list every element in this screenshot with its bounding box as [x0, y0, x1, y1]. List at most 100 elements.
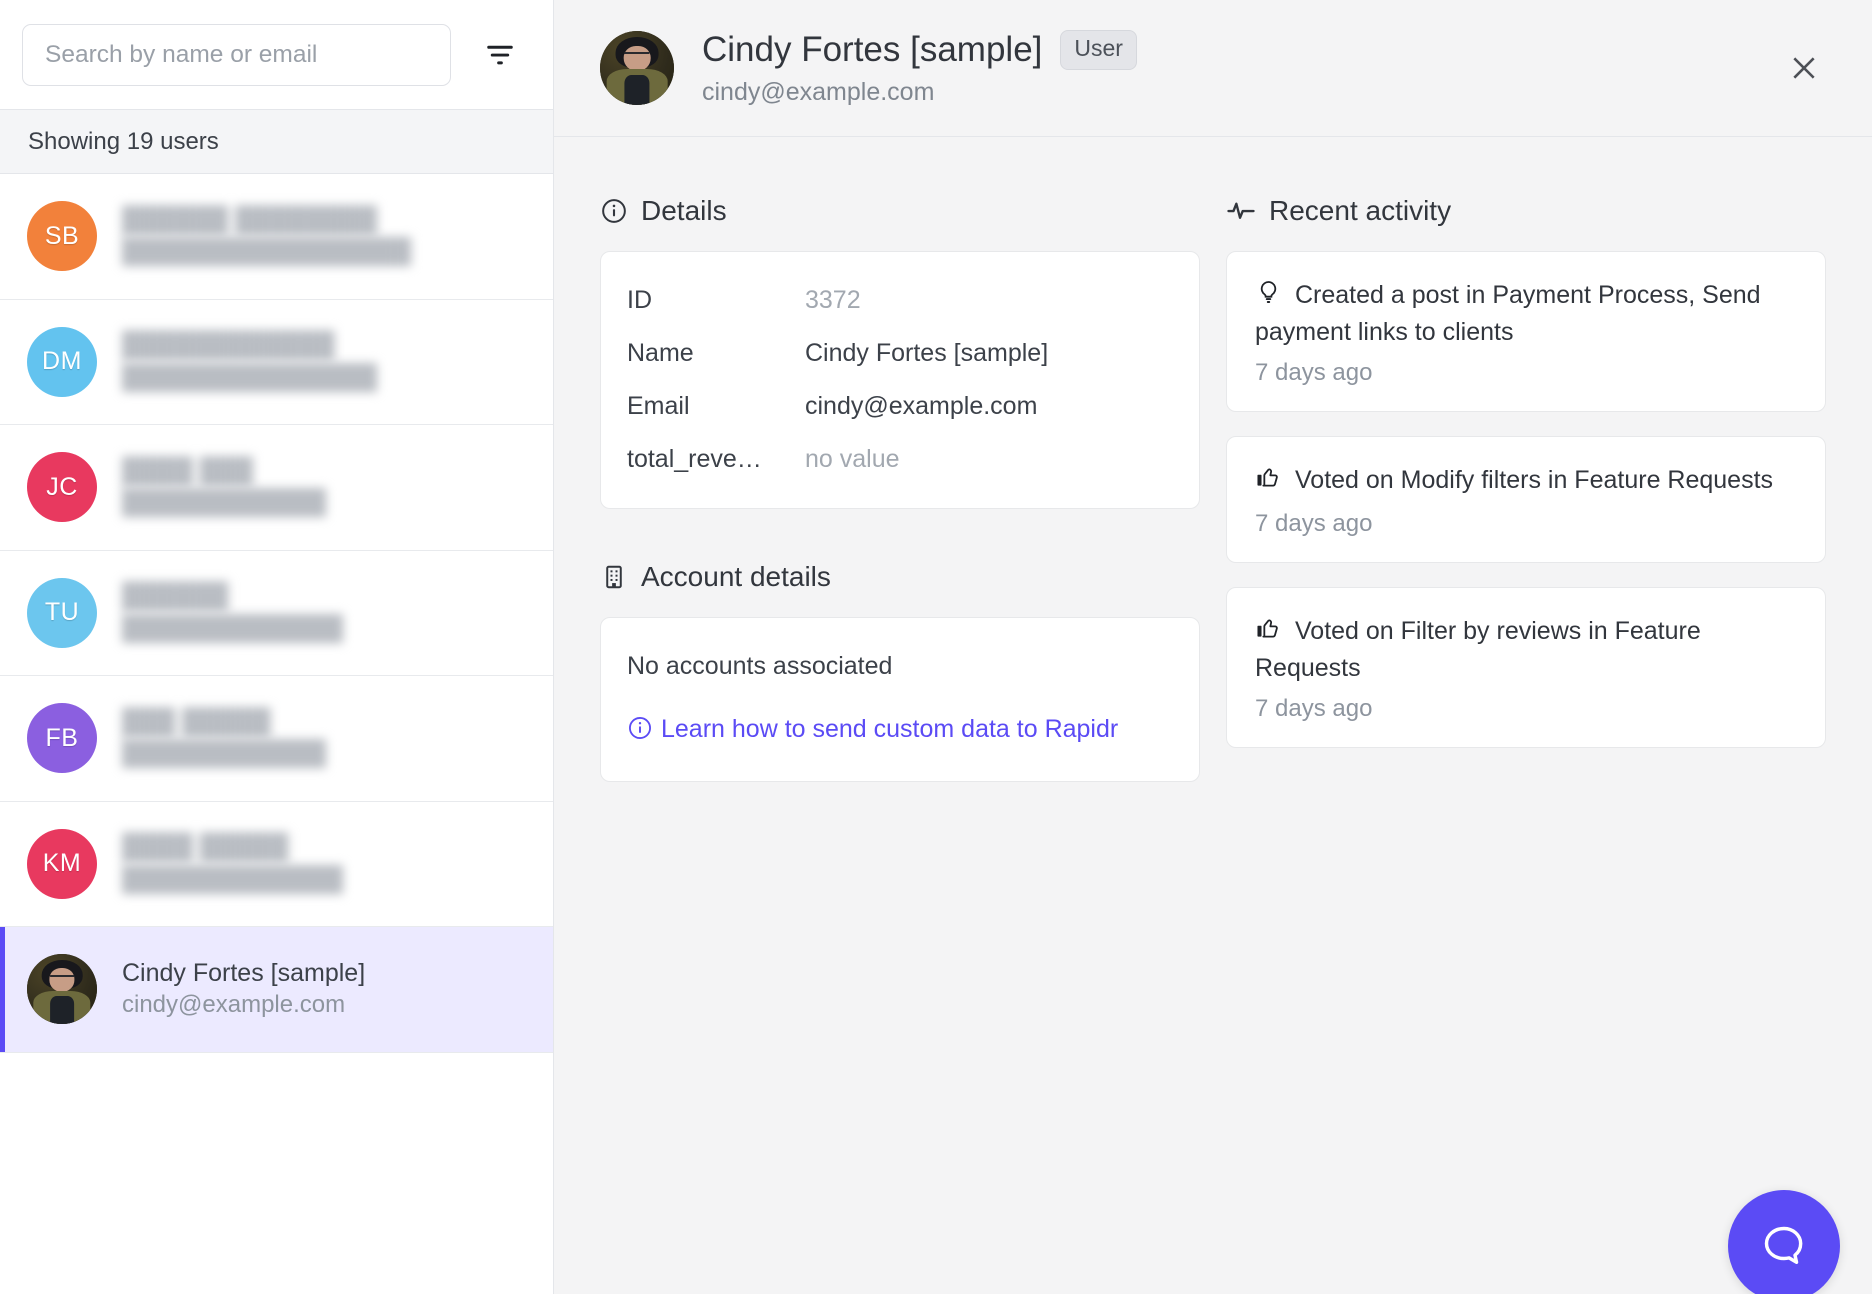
activity-text: Created a post in Payment Process, Send … [1255, 281, 1761, 346]
details-section-title: Details [641, 195, 727, 227]
list-item-email: ████████████ [122, 487, 531, 519]
detail-field-row: Emailcindy@example.com [627, 392, 1173, 421]
building-icon [600, 563, 628, 591]
list-item-text: ███ █████████████████ [122, 706, 553, 771]
account-empty-text: No accounts associated [627, 652, 1173, 681]
detail-body: Details ID3372NameCindy Fortes [sample]E… [554, 137, 1872, 1294]
activity-text-line: Created a post in Payment Process, Send … [1255, 278, 1797, 349]
activity-timestamp: 7 days ago [1255, 510, 1797, 538]
detail-field-value: 3372 [805, 286, 861, 315]
list-item-email: ███████████████ [122, 362, 531, 394]
showing-count-label: Showing 19 users [28, 128, 219, 156]
activity-column: Recent activity Created a post in Paymen… [1226, 195, 1826, 1294]
status-badge: User [1060, 30, 1137, 70]
avatar: SB [27, 201, 97, 271]
details-card: ID3372NameCindy Fortes [sample]Emailcind… [600, 251, 1200, 509]
close-button[interactable] [1780, 44, 1828, 92]
activity-timestamp: 7 days ago [1255, 695, 1797, 723]
list-item-text: Cindy Fortes [sample]cindy@example.com [122, 957, 553, 1022]
list-item-name: ██████ [122, 580, 531, 613]
list-item-name: Cindy Fortes [sample] [122, 957, 531, 990]
list-item-name: ██████ ████████ [122, 204, 531, 237]
filter-button[interactable] [469, 24, 531, 86]
avatar [600, 31, 674, 105]
thumbs-up-icon [1255, 615, 1282, 642]
avatar [27, 954, 97, 1024]
details-section-header: Details [600, 195, 1200, 227]
info-circle-icon [600, 197, 628, 225]
list-item-email: ████████████ [122, 738, 531, 770]
list-item[interactable]: SB ██████ █████████████████████████ [0, 174, 553, 300]
list-item-text: ███████████████████████████ [122, 329, 553, 394]
list-item-text: ███████████████████ [122, 580, 553, 645]
list-item-email: cindy@example.com [122, 989, 531, 1021]
activity-card[interactable]: Voted on Modify filters in Feature Reque… [1226, 436, 1826, 563]
search-row [0, 0, 553, 109]
search-box[interactable] [22, 24, 451, 86]
detail-field-value: cindy@example.com [805, 392, 1037, 421]
list-item-name: ███ █████ [122, 706, 531, 739]
activity-timestamp: 7 days ago [1255, 359, 1797, 387]
account-section-title: Account details [641, 561, 831, 593]
list-item-email: █████████████ [122, 613, 531, 645]
detail-field-value: Cindy Fortes [sample] [805, 339, 1048, 368]
list-item[interactable]: TU ███████████████████ [0, 551, 553, 677]
close-icon [1789, 53, 1819, 83]
detail-field-key: ID [627, 286, 805, 315]
chat-bubble-icon [1759, 1221, 1809, 1271]
user-detail-panel: Cindy Fortes [sample] User cindy@example… [554, 0, 1872, 1294]
chat-launcher-button[interactable] [1728, 1190, 1840, 1294]
activity-card[interactable]: Created a post in Payment Process, Send … [1226, 251, 1826, 412]
activity-list: Created a post in Payment Process, Send … [1226, 251, 1826, 748]
list-item[interactable]: DM███████████████████████████ [0, 300, 553, 426]
filter-icon [483, 38, 517, 72]
list-item-name: ████ █████ [122, 831, 531, 864]
detail-field-row: total_reve…no value [627, 445, 1173, 474]
detail-field-row: NameCindy Fortes [sample] [627, 339, 1173, 368]
header-email: cindy@example.com [702, 78, 1137, 107]
list-item[interactable]: FB ███ █████████████████ [0, 676, 553, 802]
list-item-text: ██████ █████████████████████████ [122, 204, 553, 269]
info-circle-icon [627, 715, 653, 741]
detail-field-key: Email [627, 392, 805, 421]
activity-text: Voted on Modify filters in Feature Reque… [1295, 466, 1773, 494]
user-list[interactable]: SB██████ █████████████████████████DM████… [0, 174, 553, 1294]
avatar: JC [27, 452, 97, 522]
lightbulb-icon [1255, 279, 1282, 306]
list-item-email: █████████████ [122, 864, 531, 896]
header-text: Cindy Fortes [sample] User cindy@example… [702, 29, 1137, 107]
activity-text: Voted on Filter by reviews in Feature Re… [1255, 617, 1701, 682]
list-item-email: █████████████████ [122, 236, 531, 268]
avatar: TU [27, 578, 97, 648]
detail-field-key: Name [627, 339, 805, 368]
list-item[interactable]: JC ████ ███████████████ [0, 425, 553, 551]
activity-section-title: Recent activity [1269, 195, 1451, 227]
list-item-name: ████████████ [122, 329, 531, 362]
list-item[interactable]: Cindy Fortes [sample]cindy@example.com [0, 927, 553, 1053]
app-root: Showing 19 users SB██████ ██████████████… [0, 0, 1872, 1294]
detail-header: Cindy Fortes [sample] User cindy@example… [554, 0, 1872, 137]
list-item-name: ████ ███ [122, 455, 531, 488]
activity-card[interactable]: Voted on Filter by reviews in Feature Re… [1226, 587, 1826, 748]
activity-text-line: Voted on Filter by reviews in Feature Re… [1255, 614, 1797, 685]
activity-text-line: Voted on Modify filters in Feature Reque… [1255, 463, 1797, 500]
page-title: Cindy Fortes [sample] [702, 29, 1042, 71]
detail-field-key: total_reve… [627, 445, 805, 474]
account-details-card: No accounts associated Learn how to send… [600, 617, 1200, 782]
search-input[interactable] [45, 41, 428, 69]
avatar: FB [27, 703, 97, 773]
activity-section-header: Recent activity [1226, 195, 1826, 227]
list-item[interactable]: KM ████ ██████████████████ [0, 802, 553, 928]
detail-field-value: no value [805, 445, 900, 474]
account-section-header: Account details [600, 561, 1200, 593]
list-item-text: ████ ███████████████ [122, 455, 553, 520]
avatar: KM [27, 829, 97, 899]
users-sidebar: Showing 19 users SB██████ ██████████████… [0, 0, 554, 1294]
learn-custom-data-link-label: Learn how to send custom data to Rapidr [661, 715, 1118, 743]
detail-field-row: ID3372 [627, 286, 1173, 315]
thumbs-up-icon [1255, 464, 1282, 491]
showing-count: Showing 19 users [0, 109, 553, 174]
learn-custom-data-link[interactable]: Learn how to send custom data to Rapidr [627, 713, 1173, 747]
activity-pulse-icon [1226, 196, 1256, 226]
details-column: Details ID3372NameCindy Fortes [sample]E… [600, 195, 1200, 1294]
